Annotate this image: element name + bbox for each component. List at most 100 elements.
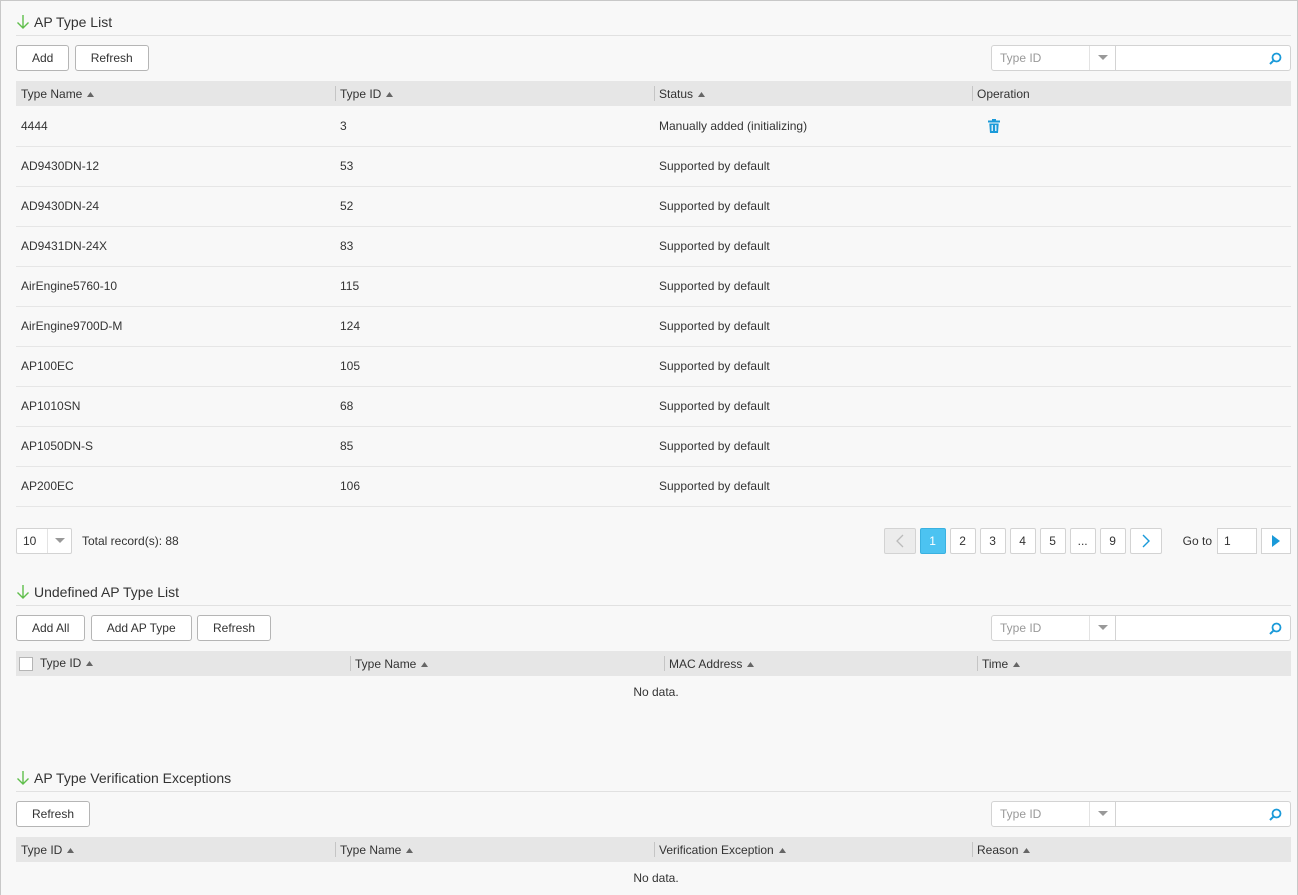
search-icon[interactable] xyxy=(1269,622,1282,635)
cell-status: Supported by default xyxy=(659,199,770,213)
next-page-button[interactable] xyxy=(1129,527,1162,554)
col-mac-address[interactable]: MAC Address xyxy=(664,651,977,676)
page-size-select[interactable]: 10 xyxy=(16,527,72,554)
sort-asc-icon xyxy=(87,91,95,97)
search-field-select[interactable]: Type ID xyxy=(992,616,1116,640)
page-ellipsis[interactable]: ... xyxy=(1069,527,1096,554)
search-box: Type ID xyxy=(991,45,1291,71)
search-field-select[interactable]: Type ID xyxy=(992,46,1116,70)
cell-type-name: AP100EC xyxy=(21,359,74,373)
search-box: Type ID xyxy=(991,801,1291,827)
sort-asc-icon xyxy=(67,847,75,853)
add-all-button[interactable]: Add All xyxy=(16,615,86,641)
page-button-9[interactable]: 9 xyxy=(1099,527,1126,554)
page-button-4[interactable]: 4 xyxy=(1009,527,1036,554)
section-title: AP Type List xyxy=(16,9,1291,36)
cell-status: Supported by default xyxy=(659,439,770,453)
search-input[interactable] xyxy=(1116,616,1290,640)
verification-exceptions-section: AP Type Verification Exceptions Refresh … xyxy=(16,765,1291,893)
col-verification-exception[interactable]: Verification Exception xyxy=(654,837,972,862)
cell-type-name: AP200EC xyxy=(21,479,74,493)
col-type-name[interactable]: Type Name xyxy=(16,81,335,106)
cell-status: Manually added (initializing) xyxy=(659,118,808,133)
add-button[interactable]: Add xyxy=(16,45,70,71)
goto-page-input[interactable]: 1 xyxy=(1217,527,1257,554)
cell-type-id: 85 xyxy=(340,439,354,453)
prev-page-button[interactable] xyxy=(883,527,916,554)
table-row[interactable]: AD9430DN-12 53 Supported by default xyxy=(16,146,1291,186)
refresh-button[interactable]: Refresh xyxy=(74,45,149,71)
col-reason[interactable]: Reason xyxy=(972,837,1291,862)
col-type-id[interactable]: Type ID xyxy=(335,81,654,106)
delete-icon[interactable] xyxy=(988,118,1000,133)
search-field-select[interactable]: Type ID xyxy=(992,802,1116,826)
table-row[interactable]: 4444 3 Manually added (initializing) xyxy=(16,106,1291,146)
refresh-button[interactable]: Refresh xyxy=(16,801,91,827)
cell-operation xyxy=(972,226,1291,266)
table-header: Type ID Type Name MAC Address Time xyxy=(16,651,1291,676)
cell-operation xyxy=(972,386,1291,426)
table-row[interactable]: AP100EC 105 Supported by default xyxy=(16,346,1291,386)
cell-status: Supported by default xyxy=(659,159,770,173)
col-type-id[interactable]: Type ID xyxy=(16,651,350,676)
cell-operation xyxy=(972,466,1291,506)
undefined-ap-type-section: Undefined AP Type List Add All Add AP Ty… xyxy=(16,579,1291,707)
chevron-down-icon[interactable] xyxy=(1089,802,1115,826)
page-button-3[interactable]: 3 xyxy=(979,527,1006,554)
col-type-name[interactable]: Type Name xyxy=(350,651,664,676)
section-title: Undefined AP Type List xyxy=(16,579,1291,606)
refresh-button[interactable]: Refresh xyxy=(197,615,272,641)
sort-asc-icon xyxy=(86,661,94,667)
search-input[interactable] xyxy=(1116,46,1290,70)
table-row[interactable]: AirEngine9700D-M 124 Supported by default xyxy=(16,306,1291,346)
cell-status: Supported by default xyxy=(659,279,770,293)
goto-page-button[interactable] xyxy=(1261,527,1291,554)
cell-type-name: AP1050DN-S xyxy=(21,439,94,453)
chevron-down-icon[interactable] xyxy=(47,528,71,553)
table-row[interactable]: AirEngine5760-10 115 Supported by default xyxy=(16,266,1291,306)
table-row[interactable]: AD9430DN-24 52 Supported by default xyxy=(16,186,1291,226)
chevron-down-icon[interactable] xyxy=(1089,616,1115,640)
sort-asc-icon xyxy=(1023,847,1031,853)
cell-operation xyxy=(972,186,1291,226)
page-button-5[interactable]: 5 xyxy=(1039,527,1066,554)
table-row[interactable]: AP200EC 106 Supported by default xyxy=(16,466,1291,506)
table-header: Type Name Type ID Status Operation xyxy=(16,81,1291,106)
page-button-2[interactable]: 2 xyxy=(949,527,976,554)
search-input[interactable] xyxy=(1116,802,1290,826)
play-icon xyxy=(1272,534,1280,547)
empty-message: No data. xyxy=(633,684,679,699)
col-status[interactable]: Status xyxy=(654,81,972,106)
arrow-down-icon[interactable] xyxy=(16,770,30,786)
cell-type-id: 105 xyxy=(340,359,361,373)
cell-operation xyxy=(972,426,1291,466)
arrow-down-icon[interactable] xyxy=(16,14,30,30)
page-button-1[interactable]: 1 xyxy=(919,527,946,554)
cell-status: Supported by default xyxy=(659,399,770,413)
table-row[interactable]: AD9431DN-24X 83 Supported by default xyxy=(16,226,1291,266)
search-icon[interactable] xyxy=(1269,52,1282,65)
chevron-right-icon xyxy=(1142,534,1150,547)
cell-operation xyxy=(972,346,1291,386)
sort-asc-icon xyxy=(778,847,786,853)
col-type-name[interactable]: Type Name xyxy=(335,837,654,862)
sort-asc-icon xyxy=(421,661,429,667)
cell-type-id: 3 xyxy=(340,118,347,133)
search-icon[interactable] xyxy=(1269,808,1282,821)
toolbar: Refresh Type ID xyxy=(16,801,1291,827)
col-time[interactable]: Time xyxy=(977,651,1291,676)
cell-type-name: AirEngine9700D-M xyxy=(21,319,123,333)
col-type-id[interactable]: Type ID xyxy=(16,837,335,862)
chevron-down-icon[interactable] xyxy=(1089,46,1115,70)
add-ap-type-button[interactable]: Add AP Type xyxy=(90,615,192,641)
select-all-checkbox[interactable] xyxy=(19,656,33,671)
ap-type-table: Type Name Type ID Status Operation 4444 3… xyxy=(16,81,1291,507)
cell-operation xyxy=(972,106,1291,146)
arrow-down-icon[interactable] xyxy=(16,584,30,600)
cell-type-id: 53 xyxy=(340,159,354,173)
table-row[interactable]: AP1050DN-S 85 Supported by default xyxy=(16,426,1291,466)
sort-asc-icon xyxy=(698,91,706,97)
cell-status: Supported by default xyxy=(659,479,770,493)
table-row[interactable]: AP1010SN 68 Supported by default xyxy=(16,386,1291,426)
search-field-value: Type ID xyxy=(1000,807,1042,821)
